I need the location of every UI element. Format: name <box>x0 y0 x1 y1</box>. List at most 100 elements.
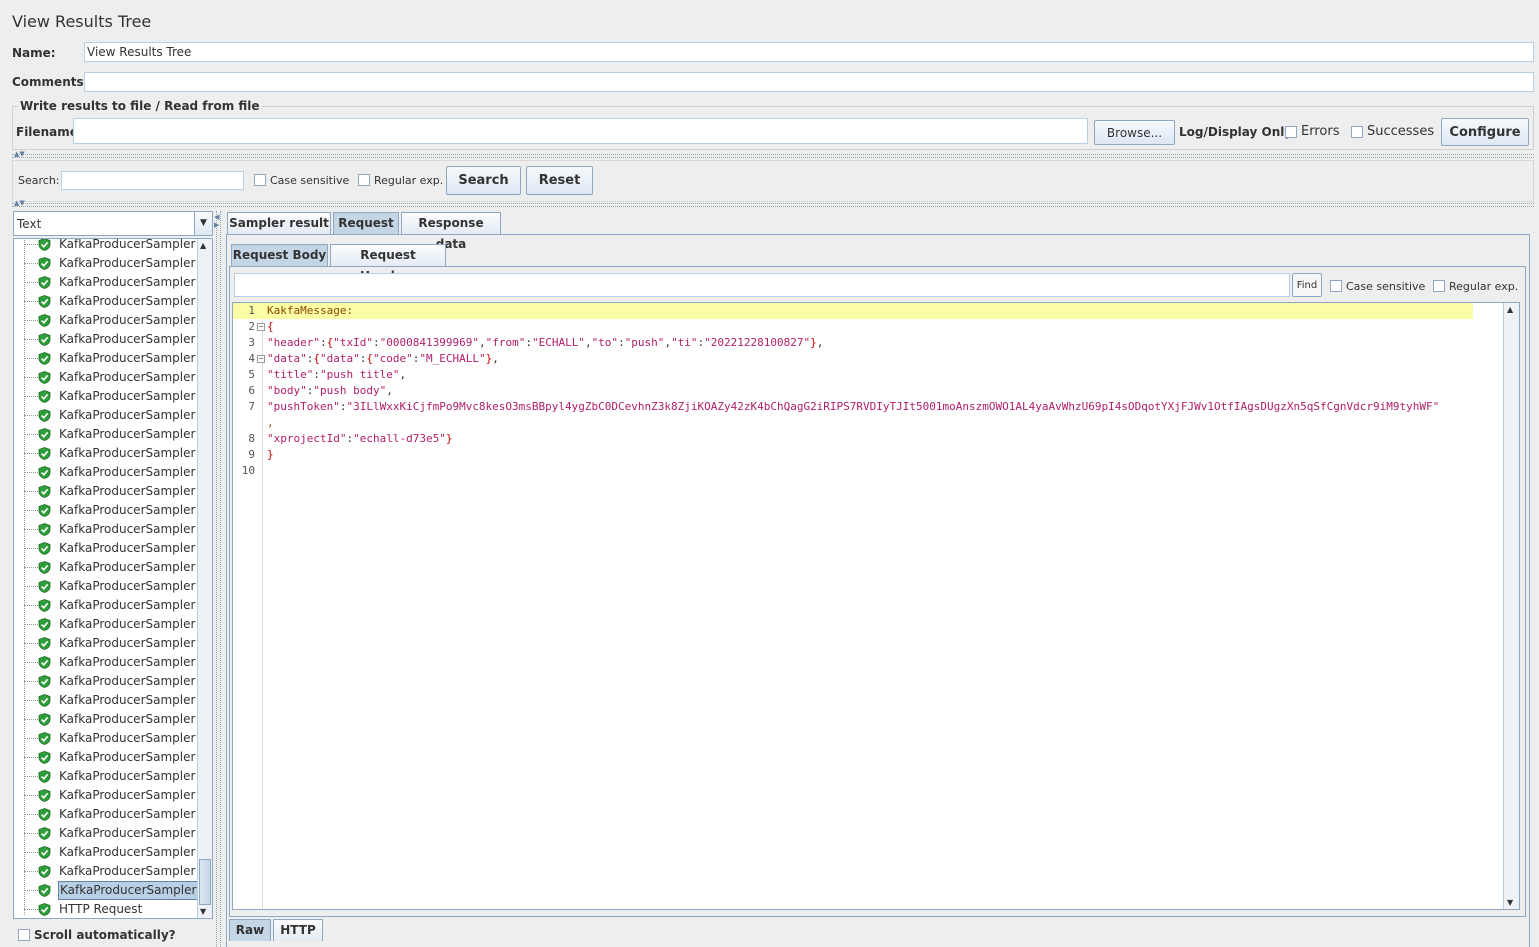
tree-item-label: KafkaProducerSampler <box>59 655 196 669</box>
tree-item[interactable]: HTTP Request <box>14 900 204 918</box>
find-button[interactable]: Find <box>1292 273 1322 297</box>
tree-item-label: KafkaProducerSampler <box>59 313 196 327</box>
filename-input[interactable] <box>73 118 1088 144</box>
name-input[interactable]: View Results Tree <box>84 42 1534 62</box>
find-input[interactable] <box>234 273 1290 297</box>
request-body-editor[interactable]: 1 KakfaMessage: 2−{3 "header":{"txId":"0000… <box>232 302 1520 910</box>
find-case-checkbox[interactable]: Case sensitive <box>1330 279 1425 293</box>
errors-checkbox[interactable]: Errors <box>1285 124 1339 139</box>
search-input[interactable] <box>61 171 244 190</box>
request-tab-request-headers[interactable]: Request Headers <box>330 244 446 283</box>
tree-item[interactable]: KafkaProducerSampler <box>14 463 204 482</box>
tree-item[interactable]: KafkaProducerSampler <box>14 615 204 634</box>
tree-item[interactable]: KafkaProducerSampler <box>14 653 204 672</box>
editor-scroll-up-icon[interactable]: ▲ <box>1507 305 1513 314</box>
splitter-middle[interactable] <box>12 203 1534 207</box>
tree-item[interactable]: KafkaProducerSampler <box>14 577 204 596</box>
request-tab-request-body[interactable]: Request Body <box>231 244 328 266</box>
tree-item[interactable]: KafkaProducerSampler <box>14 311 204 330</box>
bottom-tab-http[interactable]: HTTP <box>273 919 323 941</box>
result-tab-request[interactable]: Request <box>333 212 399 234</box>
tree-item[interactable]: KafkaProducerSampler <box>14 387 204 406</box>
tree-item[interactable]: KafkaProducerSampler <box>14 444 204 463</box>
tree-item[interactable]: KafkaProducerSampler <box>14 349 204 368</box>
search-button[interactable]: Search <box>446 166 521 195</box>
configure-button[interactable]: Configure <box>1441 118 1529 146</box>
result-tab-sampler-result[interactable]: Sampler result <box>227 212 331 234</box>
scroll-down-icon[interactable]: ▼ <box>200 907 206 916</box>
tree-item[interactable]: KafkaProducerSampler <box>14 843 204 862</box>
tree-item[interactable]: KafkaProducerSampler <box>14 672 204 691</box>
splitter-top[interactable] <box>12 154 1534 158</box>
search-case-label: Case sensitive <box>270 173 350 187</box>
errors-checkbox-box[interactable] <box>1285 125 1297 138</box>
tree-item[interactable]: KafkaProducerSampler <box>14 254 204 273</box>
tree-item[interactable]: KafkaProducerSampler <box>14 501 204 520</box>
check-shield-icon <box>38 485 51 498</box>
splitter-top-arrows-icon[interactable]: ▲▼ <box>14 150 25 158</box>
tree-item[interactable]: KafkaProducerSampler <box>14 596 204 615</box>
tree-item[interactable]: KafkaProducerSampler <box>14 482 204 501</box>
editor-scrollbar[interactable]: ▲ ▼ <box>1503 303 1519 909</box>
result-tab-response-data[interactable]: Response data <box>401 212 501 251</box>
code-line: , <box>233 415 1473 431</box>
check-shield-icon <box>38 390 51 403</box>
tree-scrollbar[interactable]: ▲ ▼ <box>197 239 212 918</box>
find-case-checkbox-box[interactable] <box>1330 280 1342 292</box>
splitter-vertical[interactable] <box>216 211 221 947</box>
code-text: KakfaMessage: <box>267 304 354 317</box>
tree-scrollbar-thumb[interactable] <box>199 859 211 905</box>
tree-item-label: KafkaProducerSampler <box>59 712 196 726</box>
scroll-auto-checkbox-box[interactable] <box>18 928 30 941</box>
splitter-vertical-arrows-icon[interactable]: ◀ ▶ <box>214 213 219 229</box>
tree-item[interactable]: KafkaProducerSampler <box>14 292 204 311</box>
tree-item[interactable]: KafkaProducerSampler <box>14 748 204 767</box>
search-case-checkbox[interactable]: Case sensitive <box>254 173 349 187</box>
tree-item-label: KafkaProducerSampler <box>59 788 196 802</box>
search-regex-checkbox[interactable]: Regular exp. <box>358 173 443 187</box>
tree-item[interactable]: KafkaProducerSampler <box>14 881 204 900</box>
search-case-checkbox-box[interactable] <box>254 174 266 186</box>
comments-input[interactable] <box>84 72 1534 92</box>
chevron-down-icon[interactable]: ▼ <box>194 212 212 235</box>
tree-item[interactable]: KafkaProducerSampler <box>14 824 204 843</box>
successes-checkbox[interactable]: Successes <box>1351 124 1434 139</box>
tree-item[interactable]: KafkaProducerSampler <box>14 805 204 824</box>
find-regex-checkbox-box[interactable] <box>1433 280 1445 292</box>
editor-scroll-down-icon[interactable]: ▼ <box>1507 898 1513 907</box>
search-regex-checkbox-box[interactable] <box>358 174 370 186</box>
check-shield-icon <box>38 713 51 726</box>
tree-item[interactable]: KafkaProducerSampler <box>14 368 204 387</box>
splitter-middle-arrows-icon[interactable]: ▲▼ <box>14 199 25 207</box>
tree-item[interactable]: KafkaProducerSampler <box>14 239 204 254</box>
tree-item[interactable]: KafkaProducerSampler <box>14 520 204 539</box>
tree-item[interactable]: KafkaProducerSampler <box>14 425 204 444</box>
tree-item[interactable]: KafkaProducerSampler <box>14 767 204 786</box>
tree-item[interactable]: KafkaProducerSampler <box>14 406 204 425</box>
tree-item[interactable]: KafkaProducerSampler <box>14 558 204 577</box>
tree-item[interactable]: KafkaProducerSampler <box>14 862 204 881</box>
browse-button[interactable]: Browse... <box>1094 120 1175 145</box>
tree-item[interactable]: KafkaProducerSampler <box>14 330 204 349</box>
results-tree[interactable]: KafkaProducerSampler KafkaProducerSampler… <box>13 238 213 919</box>
code-line: 7 "pushToken":"3ILlWxxKiCjfmPo9Mvc8kesO3m… <box>233 399 1473 415</box>
tree-item[interactable]: KafkaProducerSampler <box>14 710 204 729</box>
tree-item[interactable]: KafkaProducerSampler <box>14 786 204 805</box>
check-shield-icon <box>38 789 51 802</box>
bottom-tab-raw[interactable]: Raw <box>229 919 271 941</box>
successes-checkbox-box[interactable] <box>1351 125 1363 138</box>
tree-item[interactable]: KafkaProducerSampler <box>14 273 204 292</box>
fold-collapse-icon[interactable]: − <box>257 323 265 331</box>
renderer-select[interactable]: Text ▼ <box>13 211 213 236</box>
code-text: "pushToken":"3ILlWxxKiCjfmPo9Mvc8kesO3ms… <box>267 400 1440 413</box>
tree-item[interactable]: KafkaProducerSampler <box>14 729 204 748</box>
check-shield-icon <box>38 542 51 555</box>
fold-collapse-icon[interactable]: − <box>257 355 265 363</box>
reset-button[interactable]: Reset <box>526 166 593 195</box>
tree-item[interactable]: KafkaProducerSampler <box>14 539 204 558</box>
find-regex-checkbox[interactable]: Regular exp. <box>1433 279 1518 293</box>
tree-item[interactable]: KafkaProducerSampler <box>14 634 204 653</box>
scroll-auto-checkbox[interactable]: Scroll automatically? <box>18 927 176 942</box>
scroll-up-icon[interactable]: ▲ <box>200 241 206 250</box>
tree-item[interactable]: KafkaProducerSampler <box>14 691 204 710</box>
